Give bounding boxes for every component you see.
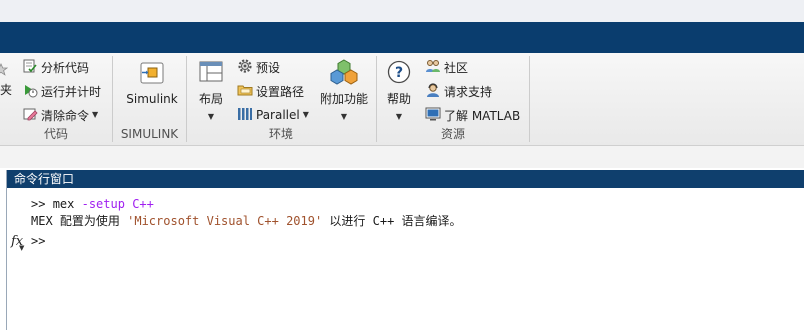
command-window-title: 命令行窗口	[14, 172, 75, 186]
support-icon	[425, 82, 441, 101]
clear-commands-button[interactable]: 清除命令 ▼	[22, 105, 98, 125]
learn-matlab-icon	[425, 106, 441, 125]
title-bar	[0, 22, 804, 53]
community-icon	[425, 58, 441, 77]
output-quoted-string: 'Microsoft Visual C++ 2019'	[127, 214, 323, 228]
chevron-down-icon: ▼	[302, 110, 309, 119]
set-path-label: 设置路径	[256, 84, 305, 99]
run-and-time-label: 运行并计时	[41, 84, 102, 99]
layout-label: 布局	[198, 92, 223, 106]
analyze-code-button[interactable]: 分析代码	[22, 57, 89, 77]
partial-star-icon	[0, 60, 8, 80]
svg-text:?: ?	[395, 65, 403, 81]
add-ons-label: 附加功能	[319, 92, 368, 106]
run-and-time-icon	[22, 82, 38, 101]
folder-icon	[237, 82, 253, 101]
preferences-label: 预设	[256, 60, 281, 75]
simulink-icon	[139, 60, 165, 89]
command-input-line[interactable]: >>	[31, 233, 45, 249]
request-support-label: 请求支持	[444, 84, 493, 99]
prompt: >>	[31, 234, 46, 248]
gear-icon	[237, 58, 253, 77]
set-path-button[interactable]: 设置路径	[237, 81, 304, 101]
output-text: MEX 配置为使用	[31, 214, 128, 228]
preferences-button[interactable]: 预设	[237, 57, 280, 77]
community-button[interactable]: 社区	[425, 57, 468, 77]
clear-commands-label: 清除命令	[41, 108, 90, 123]
command-option: -setup	[81, 197, 125, 211]
chevron-down-icon: ▼	[340, 112, 348, 121]
partial-folder-button[interactable]: 夹	[0, 79, 12, 99]
community-label: 社区	[444, 60, 469, 75]
command-text: mex	[52, 197, 75, 211]
section-label-environment: 环境	[268, 127, 293, 141]
simulink-button[interactable]: Simulink	[124, 60, 180, 106]
section-label-resources: 资源	[440, 127, 465, 141]
window-top-strip	[0, 0, 804, 22]
parallel-icon	[237, 106, 253, 125]
chevron-down-icon: ▼	[395, 112, 403, 121]
clear-commands-icon	[22, 106, 38, 125]
chevron-down-icon: ▼	[207, 112, 215, 121]
add-ons-icon	[330, 58, 358, 89]
panel-gap	[0, 146, 804, 168]
help-button[interactable]: ? 帮助 ▼	[382, 60, 416, 122]
request-support-button[interactable]: 请求支持	[425, 81, 492, 101]
command-argument: C++	[132, 197, 154, 211]
analyze-code-label: 分析代码	[41, 60, 90, 75]
prompt: >>	[31, 197, 53, 211]
help-label: 帮助	[386, 92, 411, 106]
output-text: 以进行 C++ 语言编译。	[322, 214, 462, 228]
parallel-label: Parallel	[256, 108, 300, 122]
parallel-button[interactable]: Parallel ▼	[237, 105, 309, 125]
section-label-simulink: SIMULINK	[120, 127, 179, 141]
simulink-label: Simulink	[126, 92, 178, 106]
command-window[interactable]: 命令行窗口 >> mex -setup C++ MEX 配置为使用 'Micro…	[6, 170, 804, 330]
section-label-code: 代码	[43, 127, 68, 141]
run-and-time-button[interactable]: 运行并计时	[22, 81, 101, 101]
analyze-code-icon	[22, 58, 38, 77]
output-line: MEX 配置为使用 'Microsoft Visual C++ 2019' 以进…	[31, 213, 462, 229]
add-ons-button[interactable]: 附加功能 ▼	[318, 58, 370, 122]
layout-button[interactable]: 布局 ▼	[194, 60, 228, 122]
chevron-down-icon: ▼	[19, 244, 25, 252]
section-divider	[529, 56, 530, 142]
command-window-titlebar: 命令行窗口	[7, 170, 804, 188]
chevron-down-icon: ▼	[92, 110, 99, 119]
learn-matlab-label: 了解 MATLAB	[444, 108, 521, 123]
learn-matlab-button[interactable]: 了解 MATLAB	[425, 105, 520, 125]
partial-folder-label: 夹	[0, 82, 13, 97]
layout-icon	[199, 60, 223, 87]
command-line-1: >> mex -setup C++	[31, 196, 154, 212]
help-icon: ?	[387, 60, 411, 87]
